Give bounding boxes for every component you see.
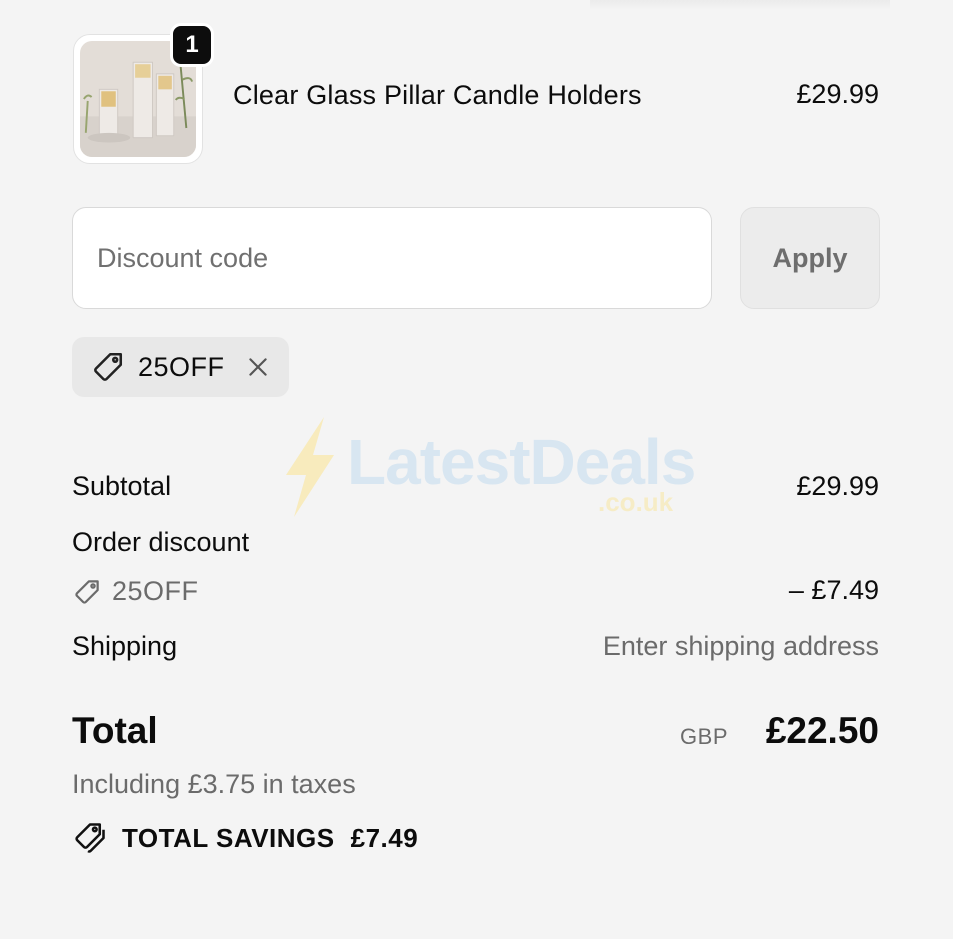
savings-label: TOTAL SAVINGS xyxy=(122,822,335,853)
latestdeals-watermark: LatestDeals .co.uk xyxy=(272,413,696,523)
total-label: Total xyxy=(72,710,158,751)
subtotal-value: £29.99 xyxy=(796,471,879,501)
applied-discount-chip: 25OFF xyxy=(72,337,289,397)
applied-discount-code: 25OFF xyxy=(138,351,225,382)
tag-icon xyxy=(94,352,123,381)
product-price: £29.99 xyxy=(796,79,879,109)
tags-icon xyxy=(75,823,105,853)
savings-amount: £7.49 xyxy=(350,822,419,853)
product-name: Clear Glass Pillar Candle Holders xyxy=(233,80,642,110)
shipping-label: Shipping xyxy=(72,631,178,661)
subtotal-label: Subtotal xyxy=(72,471,172,501)
order-discount-code-text: 25OFF xyxy=(112,576,199,606)
apply-button[interactable]: Apply xyxy=(740,207,880,309)
order-discount-code: 25OFF xyxy=(72,576,199,607)
watermark-domain: .co.uk xyxy=(598,487,674,517)
quantity-badge: 1 xyxy=(170,23,214,67)
tag-icon xyxy=(75,579,99,604)
order-discount-label: Order discount xyxy=(72,527,250,557)
lightning-icon xyxy=(286,417,334,517)
tax-note: Including £3.75 in taxes xyxy=(72,769,356,799)
currency-code: GBP xyxy=(680,724,728,749)
shipping-value: Enter shipping address xyxy=(602,631,879,661)
total-amount: £22.50 xyxy=(765,710,879,751)
total-savings: TOTAL SAVINGS £7.49 xyxy=(72,820,418,856)
close-icon[interactable] xyxy=(245,354,271,380)
order-discount-value: – £7.49 xyxy=(788,575,879,605)
top-edge-shadow xyxy=(590,0,890,10)
discount-code-input[interactable] xyxy=(72,207,712,309)
